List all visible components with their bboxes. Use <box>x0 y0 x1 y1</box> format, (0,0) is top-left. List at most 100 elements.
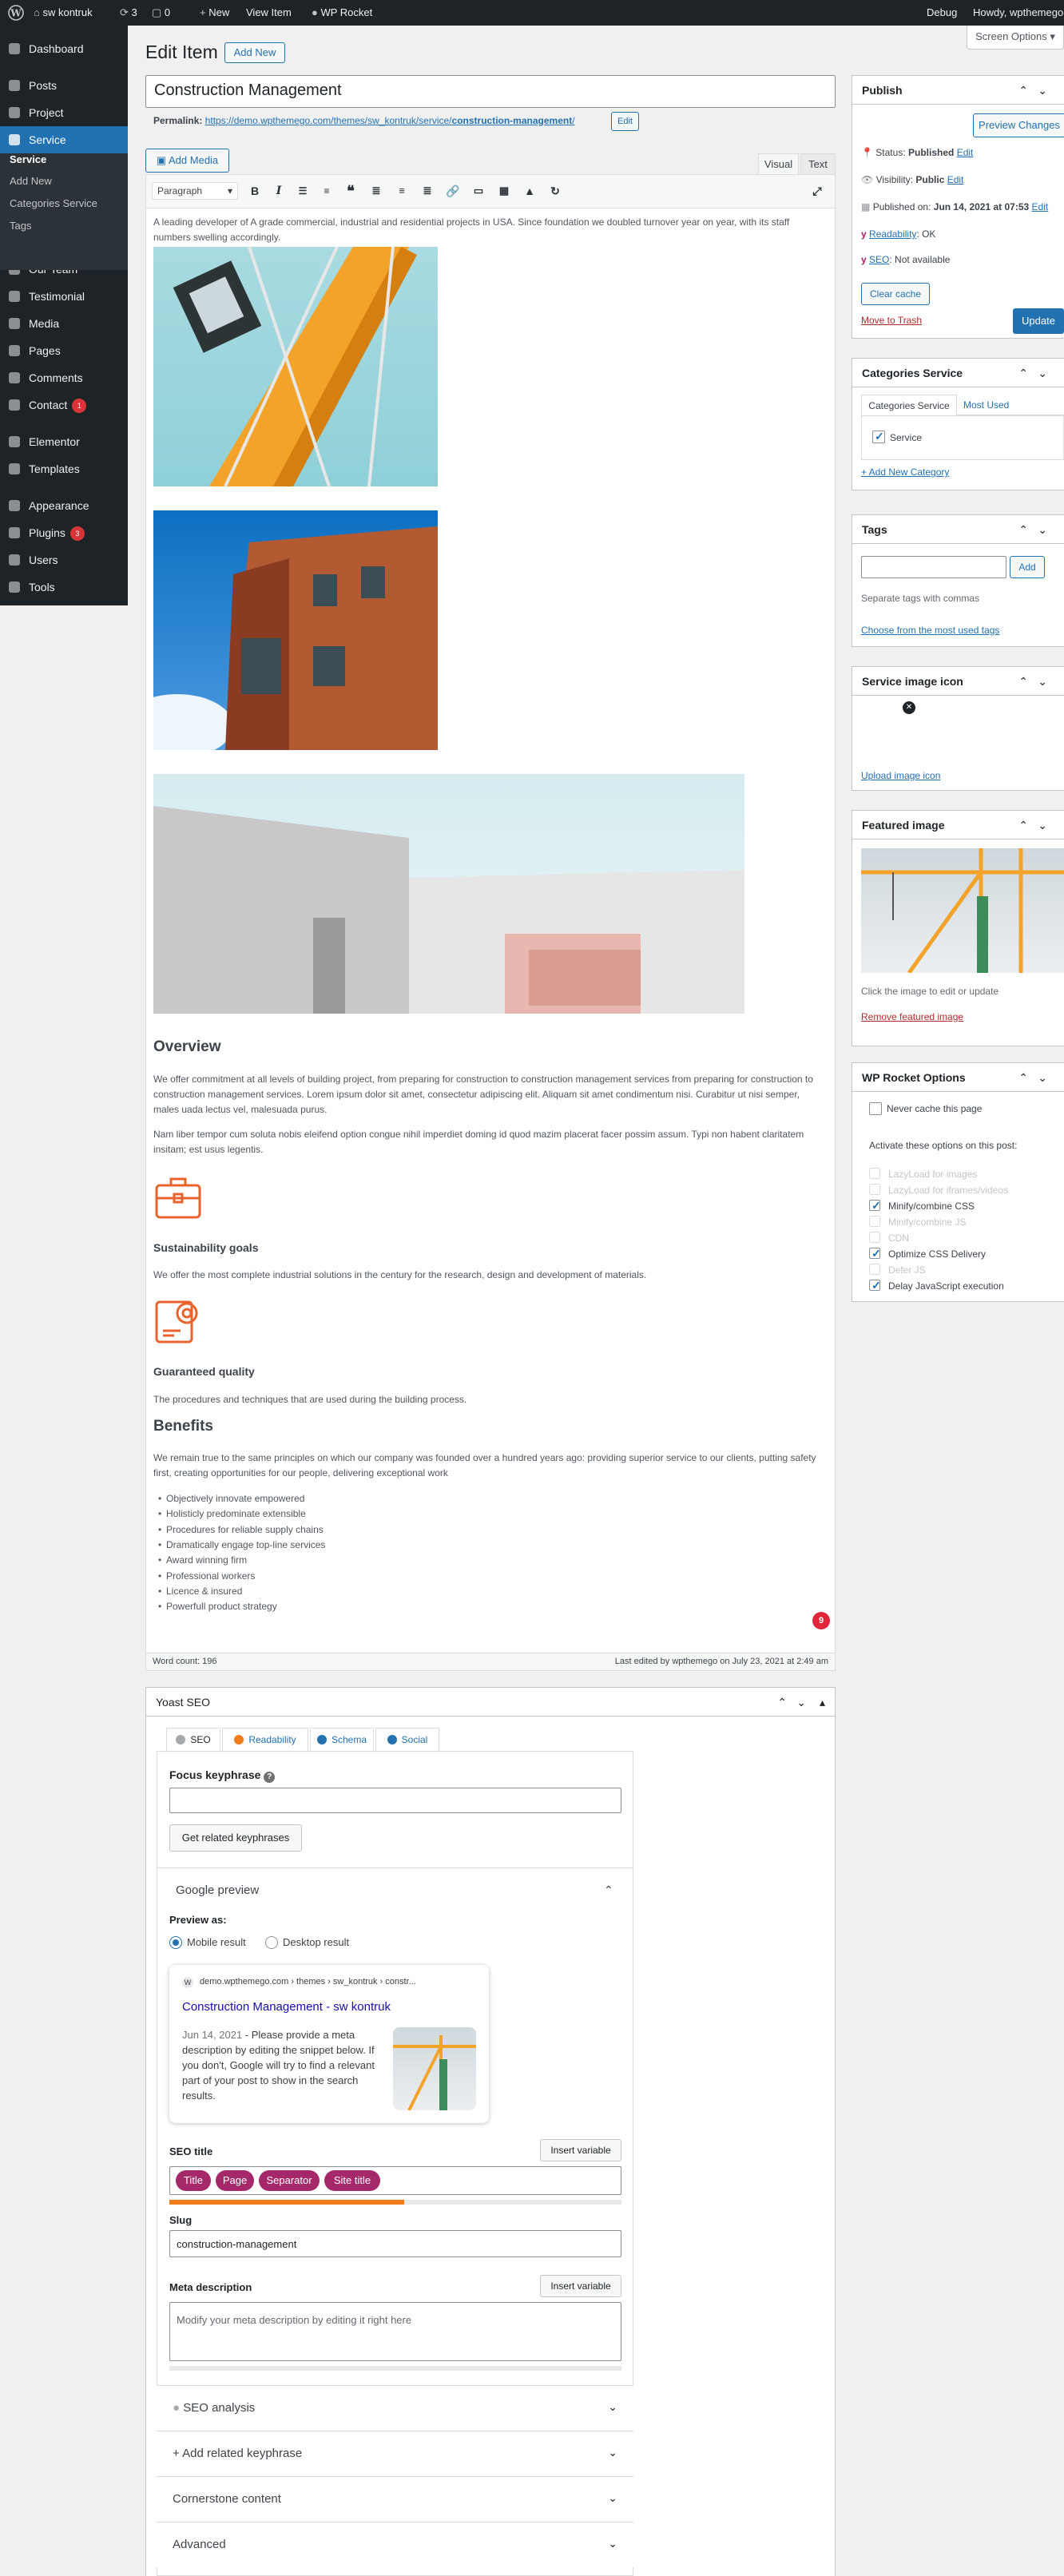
updates-link[interactable]: ⟳ 3 <box>120 0 137 26</box>
edit-visibility-link[interactable]: Edit <box>947 174 964 185</box>
grammarly-badge-icon[interactable]: 9 <box>812 1612 830 1629</box>
yoast-tab-readability[interactable]: Readability <box>222 1728 308 1752</box>
new-content-link[interactable]: + New <box>200 0 229 26</box>
edit-date-link[interactable]: Edit <box>1032 201 1049 212</box>
move-down-icon[interactable]: ⌄ <box>1038 1063 1047 1092</box>
clear-cache-button[interactable]: Clear cache <box>861 283 930 305</box>
align-center-icon[interactable]: ≡ <box>393 182 411 200</box>
upload-image-icon-link[interactable]: Upload image icon <box>861 770 940 781</box>
snippet-title[interactable]: Construction Management - sw kontruk <box>182 2000 391 2014</box>
permalink-link[interactable]: https://demo.wpthemego.com/themes/sw_kon… <box>205 115 575 126</box>
fullscreen-icon[interactable]: ⤢ <box>808 182 826 200</box>
sidebar-item-contact[interactable]: Contact 1 <box>0 391 128 419</box>
sidebar-item-project[interactable]: Project <box>0 99 128 126</box>
wordpress-logo-icon[interactable]: W <box>8 0 24 26</box>
tab-all-categories[interactable]: Categories Service <box>861 395 957 415</box>
move-down-icon[interactable]: ⌄ <box>1038 667 1047 696</box>
edit-status-link[interactable]: Edit <box>957 147 974 158</box>
debug-link[interactable]: Debug <box>927 0 957 26</box>
move-up-icon[interactable]: ⌃ <box>777 1688 787 1717</box>
yoast-section-seo-analysis[interactable]: ● SEO analysis ⌄ <box>157 2385 633 2431</box>
add-new-category-link[interactable]: + Add New Category <box>861 466 949 478</box>
help-icon[interactable]: ? <box>264 1772 276 1783</box>
google-preview-heading[interactable]: Google preview <box>176 1883 259 1897</box>
choose-tags-link[interactable]: Choose from the most used tags <box>861 625 999 636</box>
meta-description-input[interactable]: Modify your meta description by editing … <box>169 2302 621 2361</box>
sidebar-item-dashboard[interactable]: Dashboard <box>0 35 128 62</box>
slug-input[interactable]: construction-management <box>169 2230 621 2257</box>
sidebar-item-users[interactable]: Users <box>0 546 128 574</box>
tab-text[interactable]: Text <box>800 153 836 174</box>
rocket-option-checkbox[interactable] <box>869 1199 881 1213</box>
yoast-section-advanced[interactable]: Advanced ⌄ <box>157 2522 633 2567</box>
sidebar-item-plugins[interactable]: Plugins 3 <box>0 519 128 546</box>
wp-rocket-link[interactable]: ● WP Rocket <box>312 0 372 26</box>
yoast-section-add-related-keyphrase[interactable]: + Add related keyphrase ⌄ <box>157 2431 633 2476</box>
sidebar-item-testimonial[interactable]: Testimonial <box>0 283 128 310</box>
featured-image-thumbnail[interactable] <box>861 848 1064 973</box>
move-up-icon[interactable]: ⌃ <box>1018 1063 1028 1092</box>
move-up-icon[interactable]: ⌃ <box>1018 359 1028 387</box>
category-service-checkbox[interactable] <box>872 430 885 443</box>
move-up-icon[interactable]: ⌃ <box>1018 667 1028 696</box>
remove-icon[interactable]: ✕ <box>903 701 915 714</box>
yoast-tab-seo[interactable]: SEO <box>166 1728 220 1752</box>
yoast-tab-schema[interactable]: Schema <box>310 1728 374 1752</box>
howdy-user-link[interactable]: Howdy, wpthemego <box>973 0 1063 26</box>
update-button[interactable]: Update <box>1013 308 1064 334</box>
submenu-item-add-new[interactable]: Add New <box>0 170 128 193</box>
blockquote-icon[interactable]: ❝ <box>342 182 359 200</box>
rocket-option-checkbox[interactable] <box>869 1247 881 1260</box>
insert-variable-meta-button[interactable]: Insert variable <box>540 2275 621 2297</box>
yoast-tab-social[interactable]: Social <box>375 1728 439 1752</box>
sidebar-item-pages[interactable]: Pages <box>0 337 128 364</box>
add-new-button[interactable]: Add New <box>224 42 285 63</box>
remove-featured-image-link[interactable]: Remove featured image <box>861 1011 963 1022</box>
read-more-icon[interactable]: ▭ <box>470 182 487 200</box>
never-cache-checkbox[interactable] <box>869 1102 882 1115</box>
toolbar-toggle-icon[interactable]: ▦ <box>495 182 513 200</box>
paragraph-format-select[interactable]: Paragraph ▾ <box>152 182 238 200</box>
mobile-radio[interactable] <box>169 1936 182 1949</box>
pill-page[interactable]: Page <box>216 2170 254 2191</box>
site-name-link[interactable]: ⌂ sw kontruk <box>34 0 93 26</box>
align-right-icon[interactable]: ≣ <box>419 182 436 200</box>
align-left-icon[interactable]: ≣ <box>367 182 385 200</box>
focus-keyphrase-input[interactable] <box>169 1788 621 1813</box>
permalink-edit-button[interactable]: Edit <box>611 112 639 131</box>
comments-link[interactable]: ▢ 0 <box>152 0 170 26</box>
pill-site-title[interactable]: Site title <box>324 2170 380 2191</box>
post-title-input[interactable]: Construction Management <box>145 75 836 108</box>
elementor-insert-icon[interactable]: ▲ <box>521 182 538 200</box>
sidebar-item-templates[interactable]: Templates <box>0 455 128 482</box>
collapse-icon[interactable]: ▴ <box>820 1688 825 1717</box>
numbered-list-icon[interactable]: ≡ <box>318 182 335 200</box>
readability-link[interactable]: Readability <box>869 228 916 240</box>
sidebar-item-comments[interactable]: Comments <box>0 364 128 391</box>
chevron-up-icon[interactable]: ⌃ <box>604 1883 613 1897</box>
seo-link[interactable]: SEO <box>869 254 889 265</box>
insert-variable-title-button[interactable]: Insert variable <box>540 2139 621 2161</box>
add-media-button[interactable]: ▣ Add Media <box>145 149 229 173</box>
desktop-radio[interactable] <box>265 1936 278 1949</box>
move-down-icon[interactable]: ⌄ <box>1038 515 1047 544</box>
tab-visual[interactable]: Visual <box>758 153 799 174</box>
preview-changes-button[interactable]: Preview Changes <box>973 113 1064 137</box>
sidebar-item-posts[interactable]: Posts <box>0 72 128 99</box>
move-down-icon[interactable]: ⌄ <box>1038 76 1047 105</box>
add-tag-button[interactable]: Add <box>1010 556 1045 578</box>
move-down-icon[interactable]: ⌄ <box>796 1688 806 1717</box>
sidebar-item-tools[interactable]: Tools <box>0 574 128 601</box>
yoast-section-cornerstone-content[interactable]: Cornerstone content ⌄ <box>157 2476 633 2522</box>
view-item-link[interactable]: View Item <box>246 0 292 26</box>
move-up-icon[interactable]: ⌃ <box>1018 811 1028 839</box>
sidebar-item-appearance[interactable]: Appearance <box>0 492 128 519</box>
rocket-option-checkbox[interactable] <box>869 1279 881 1292</box>
link-icon[interactable]: 🔗 <box>444 182 462 200</box>
submenu-item-service[interactable]: Service <box>0 149 128 171</box>
bulleted-list-icon[interactable]: ☰ <box>294 182 312 200</box>
pill-title[interactable]: Title <box>176 2170 211 2191</box>
refresh-icon[interactable]: ↻ <box>546 182 564 200</box>
tab-most-used[interactable]: Most Used <box>957 395 1064 415</box>
screen-options-button[interactable]: Screen Options ▾ <box>967 26 1064 50</box>
